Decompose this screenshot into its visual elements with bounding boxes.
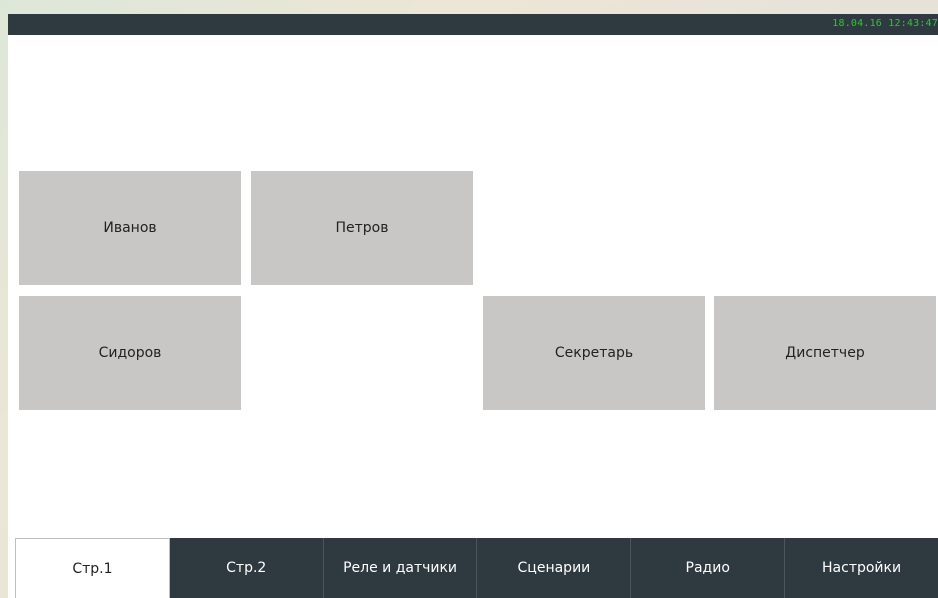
status-bar: 18.04.16 12:43:47 <box>8 14 938 35</box>
tab-label: Радио <box>685 560 730 576</box>
tab-scenarios[interactable]: Сценарии <box>477 538 632 598</box>
tab-relays-sensors[interactable]: Реле и датчики <box>324 538 478 598</box>
bottom-tab-bar: Стр.1 Стр.2 Реле и датчики Сценарии Ради… <box>15 538 938 598</box>
clock-datetime: 18.04.16 12:43:47 <box>832 18 938 29</box>
tab-page-1[interactable]: Стр.1 <box>15 538 170 598</box>
tab-label: Стр.2 <box>226 560 267 576</box>
tab-settings[interactable]: Настройки <box>785 538 938 598</box>
tab-label: Настройки <box>822 560 902 576</box>
tile-label: Диспетчер <box>785 345 865 361</box>
tile-petrov[interactable]: Петров <box>251 171 473 285</box>
tile-label: Секретарь <box>554 345 634 361</box>
tile-label: Иванов <box>103 220 157 236</box>
tile-label: Петров <box>335 220 389 236</box>
tab-label: Стр.1 <box>72 560 113 577</box>
tile-dispetcher[interactable]: Диспетчер <box>714 296 936 410</box>
tab-radio[interactable]: Радио <box>631 538 786 598</box>
main-screen: 18.04.16 12:43:47 Иванов Петров Сидоров … <box>8 14 938 598</box>
tile-sidorov[interactable]: Сидоров <box>19 296 241 410</box>
tile-label: Сидоров <box>98 345 162 361</box>
tile-ivanov[interactable]: Иванов <box>19 171 241 285</box>
tab-page-2[interactable]: Стр.2 <box>170 538 324 598</box>
tab-label: Сценарии <box>517 560 591 576</box>
tab-label: Реле и датчики <box>343 560 458 576</box>
tile-sekretar[interactable]: Секретарь <box>483 296 705 410</box>
